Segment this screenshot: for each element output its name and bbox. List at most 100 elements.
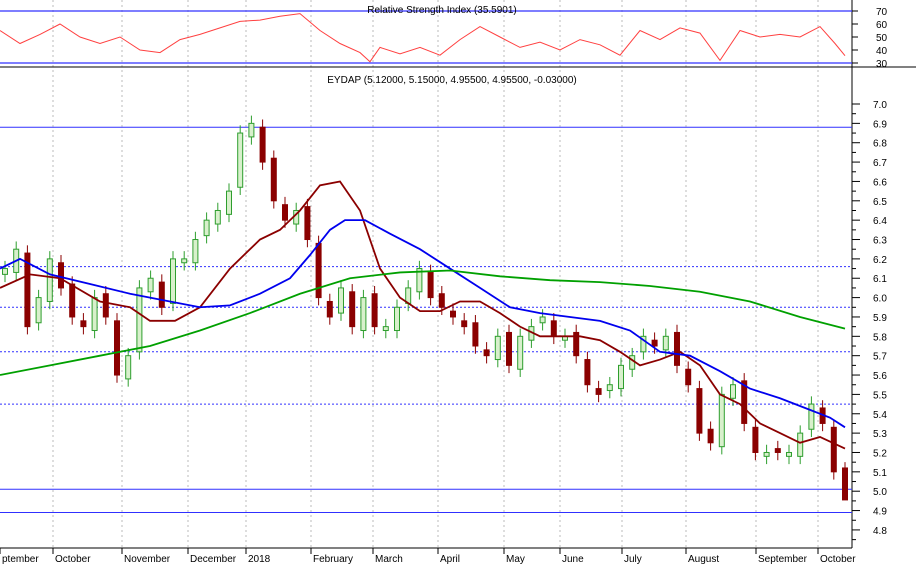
- candle-down: [461, 320, 468, 328]
- candle-up: [629, 355, 636, 370]
- rsi-axis-label: 60: [876, 20, 888, 31]
- rsi-axis-label: 30: [876, 59, 888, 70]
- month-label: September: [758, 554, 808, 565]
- month-label: August: [688, 554, 719, 565]
- moving-average-line: [0, 219, 846, 429]
- axes: ptember October November December 2018 Februa…: [0, 7, 888, 565]
- candle-down: [707, 428, 714, 444]
- moving-average-line: [0, 180, 846, 450]
- candle-down: [304, 206, 311, 241]
- rsi-title: Relative Strength Index (35.5901): [367, 5, 517, 16]
- price-title: EYDAP (5.12000, 5.15000, 4.95500, 4.9550…: [327, 75, 576, 86]
- candle-up: [662, 335, 669, 351]
- price-axis-label: 5.2: [873, 448, 887, 459]
- candle-down: [595, 388, 602, 395]
- price-axis-label: 7.0: [873, 100, 887, 111]
- price-axis-label: 6.6: [873, 177, 887, 188]
- candle-up: [808, 403, 815, 430]
- candle-down: [58, 262, 64, 289]
- candle-up: [360, 297, 367, 332]
- price-axis-label: 6.7: [873, 158, 887, 169]
- month-label: February: [313, 554, 353, 565]
- candle-up: [730, 384, 736, 399]
- candle-up: [248, 122, 255, 138]
- candle-up: [226, 190, 232, 215]
- candle-down: [102, 293, 109, 318]
- price-axis-label: 6.8: [873, 139, 887, 150]
- price-axis-label: 6.2: [873, 255, 887, 266]
- price-axis-label: 4.8: [873, 526, 887, 537]
- price-axis-label: 5.9: [873, 313, 887, 324]
- candle-down: [450, 310, 456, 318]
- candle-up: [181, 258, 188, 264]
- month-label: October: [55, 554, 91, 565]
- candle-up: [2, 268, 8, 275]
- candle-down: [651, 339, 658, 347]
- month-label: 2018: [248, 554, 271, 565]
- candle-up: [136, 287, 143, 353]
- month-label: November: [124, 554, 171, 565]
- candle-up: [517, 335, 524, 370]
- candle-down: [315, 242, 322, 299]
- price-axis-label: 6.0: [873, 294, 887, 305]
- price-axis-label: 6.4: [873, 216, 887, 227]
- candle-down: [584, 359, 591, 386]
- candle-down: [259, 126, 266, 163]
- candle-up: [797, 432, 804, 457]
- candle-up: [214, 209, 221, 225]
- rsi-axis-label: 50: [876, 33, 888, 44]
- price-axis-label: 5.7: [873, 352, 887, 363]
- month-label: May: [506, 554, 525, 565]
- candle-down: [282, 204, 288, 221]
- month-label: April: [440, 554, 460, 565]
- price-axis-label: 5.6: [873, 371, 887, 382]
- candle-up: [763, 451, 770, 457]
- candle-down: [472, 322, 479, 347]
- candle-up: [539, 316, 546, 324]
- price-axis-label: 6.1: [873, 274, 887, 285]
- candle-up: [494, 335, 501, 361]
- month-label: ptember: [2, 554, 39, 565]
- candle-down: [550, 320, 557, 337]
- price-axis-label: 5.0: [873, 487, 887, 498]
- price-axis-label: 4.9: [873, 507, 887, 518]
- price-axis-label: 5.3: [873, 429, 887, 440]
- rsi-axis-label: 70: [876, 7, 888, 18]
- price-axis-label: 5.1: [873, 468, 887, 479]
- candle-up: [192, 239, 199, 264]
- candle-up: [147, 277, 154, 293]
- candle-down: [696, 388, 703, 434]
- price-axis-label: 6.3: [873, 236, 887, 247]
- rsi-line: [0, 13, 846, 63]
- month-label: June: [562, 554, 584, 565]
- candle-down: [326, 300, 333, 318]
- candle-down: [674, 331, 680, 366]
- candle-down: [427, 271, 434, 299]
- candle-up: [91, 297, 98, 332]
- candle-down: [158, 281, 165, 308]
- candle-up: [382, 326, 389, 332]
- candle-down: [830, 426, 837, 473]
- candle-up: [203, 219, 210, 237]
- candle-down: [114, 320, 120, 376]
- rsi-axis-label: 40: [876, 46, 888, 57]
- candle-up: [338, 287, 344, 314]
- candle-down: [752, 426, 759, 453]
- candle-down: [774, 448, 781, 453]
- candle-up: [170, 258, 176, 304]
- month-label: December: [190, 554, 237, 565]
- stock-chart: Relative Strength Index (35.5901) EYDAP …: [0, 0, 916, 565]
- candle-up: [394, 306, 400, 332]
- price-axis-label: 6.9: [873, 119, 887, 130]
- candle-down: [483, 349, 490, 357]
- price-axis-label: 5.4: [873, 410, 887, 421]
- price-panel: [0, 115, 852, 513]
- rsi-panel: [0, 10, 852, 64]
- price-axis-label: 6.5: [873, 197, 887, 208]
- month-label: March: [375, 554, 403, 565]
- month-label: July: [624, 554, 642, 565]
- price-axis-label: 5.5: [873, 390, 887, 401]
- candle-up: [35, 297, 42, 324]
- candle-up: [125, 355, 132, 380]
- candle-down: [69, 283, 76, 318]
